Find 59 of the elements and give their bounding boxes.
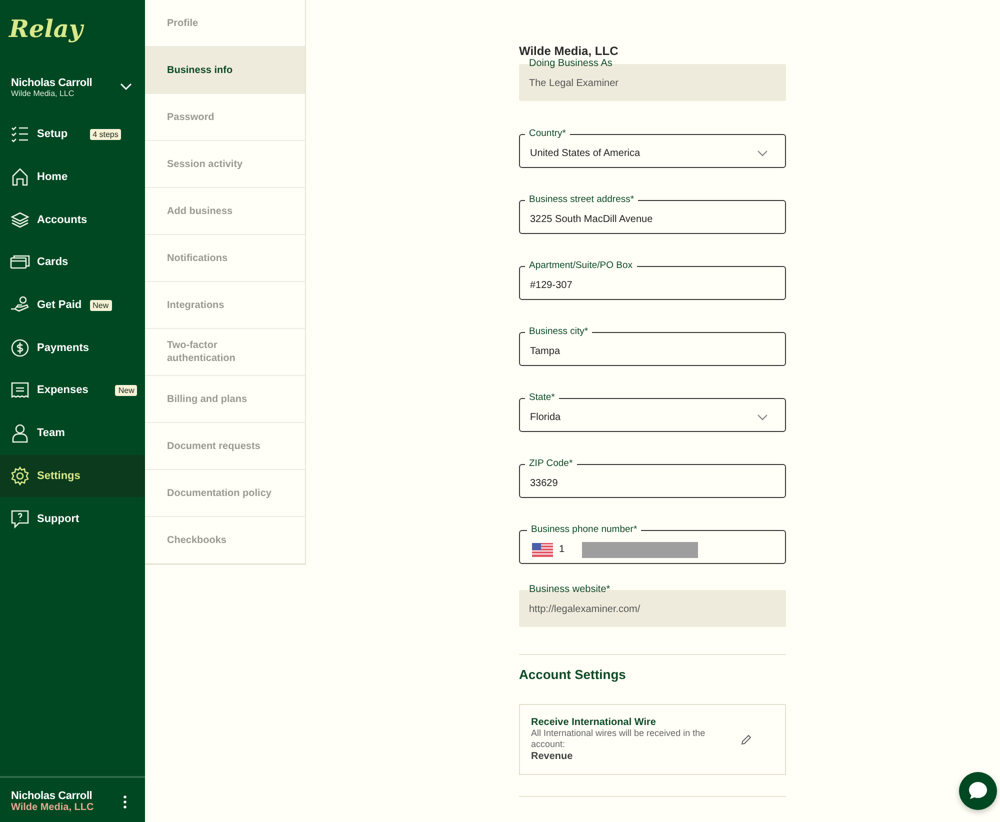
nav-item[interactable]: Support [0, 497, 145, 540]
country-code: 1 [559, 544, 565, 555]
chevron-down-icon[interactable] [120, 83, 132, 91]
nav-item[interactable]: Cards [0, 241, 145, 284]
nav-badge: New [115, 384, 138, 396]
input-field[interactable]: ZIP Code* 33629 [519, 458, 786, 498]
section-title: Account Settings [519, 667, 627, 682]
dollar-circle-icon [10, 338, 30, 358]
chat-bubble-icon [967, 780, 989, 802]
relay-logo[interactable]: Relay [0, 0, 145, 48]
card-title: Receive International Wire [531, 717, 657, 728]
us-flag-icon [532, 542, 553, 556]
field-label: Business website* [529, 584, 610, 595]
user-name: Nicholas Carroll [11, 76, 92, 88]
account-name: Revenue [531, 750, 574, 762]
nav-item[interactable]: Setup 4 steps [0, 113, 145, 156]
nav-item[interactable]: Team [0, 412, 145, 454]
nav-item[interactable]: Payments [0, 326, 145, 370]
setup-list-icon [10, 124, 30, 144]
nav-item[interactable]: Settings [0, 454, 145, 498]
field-value: The Legal Examiner [529, 77, 618, 89]
input-field[interactable]: Business city* Tampa [519, 326, 786, 366]
phone-field[interactable]: Business phone number* 1 [519, 524, 786, 564]
select-field[interactable]: State* Florida [519, 392, 786, 432]
field-label: Country* [528, 128, 567, 140]
field-label: Business city* [528, 326, 590, 338]
card-description: All International wires will be received in the account: [531, 728, 706, 750]
receipt-icon [10, 380, 30, 400]
field-value: http://legalexaminer.com/ [529, 603, 640, 615]
layers-icon [10, 210, 30, 230]
field-label: Doing Business As [529, 58, 612, 69]
nav-item[interactable]: Home [0, 156, 145, 198]
gear-icon [10, 466, 30, 486]
nav-badge: New [90, 300, 112, 311]
company-name: Wilde Media, LLC [11, 88, 76, 98]
edit-pencil-icon[interactable] [741, 734, 752, 745]
person-icon [10, 423, 30, 444]
settings-menu-item[interactable]: Business info [145, 47, 305, 94]
input-field[interactable]: Apartment/Suite/PO Box #129-307 [519, 260, 786, 300]
chevron-down-icon [757, 150, 768, 157]
more-options-icon[interactable] [123, 794, 127, 808]
home-icon [10, 167, 30, 188]
nav-item[interactable]: Get Paid New [0, 284, 145, 326]
company-name: Wilde Media, LLC [11, 802, 94, 813]
field-label: Business phone number* [530, 524, 638, 536]
nav-item[interactable]: Accounts [0, 198, 145, 242]
field-label: State* [528, 392, 556, 404]
user-name: Nicholas Carroll [11, 790, 94, 802]
chevron-down-icon [757, 414, 768, 421]
business-name: Wilde Media, LLC [519, 44, 620, 58]
field-label: Apartment/Suite/PO Box [528, 260, 634, 272]
nav-badge: 4 steps [90, 128, 122, 140]
select-field[interactable]: Country* United States of America [519, 128, 786, 168]
chat-button[interactable] [959, 772, 997, 810]
field-label: ZIP Code* [528, 458, 574, 470]
nav-item[interactable]: Expenses New [0, 369, 145, 412]
input-field[interactable]: Business street address* 3225 South MacDill Avenue [519, 194, 786, 234]
help-chat-icon [10, 508, 30, 529]
field-label: Business street address* [528, 194, 636, 206]
